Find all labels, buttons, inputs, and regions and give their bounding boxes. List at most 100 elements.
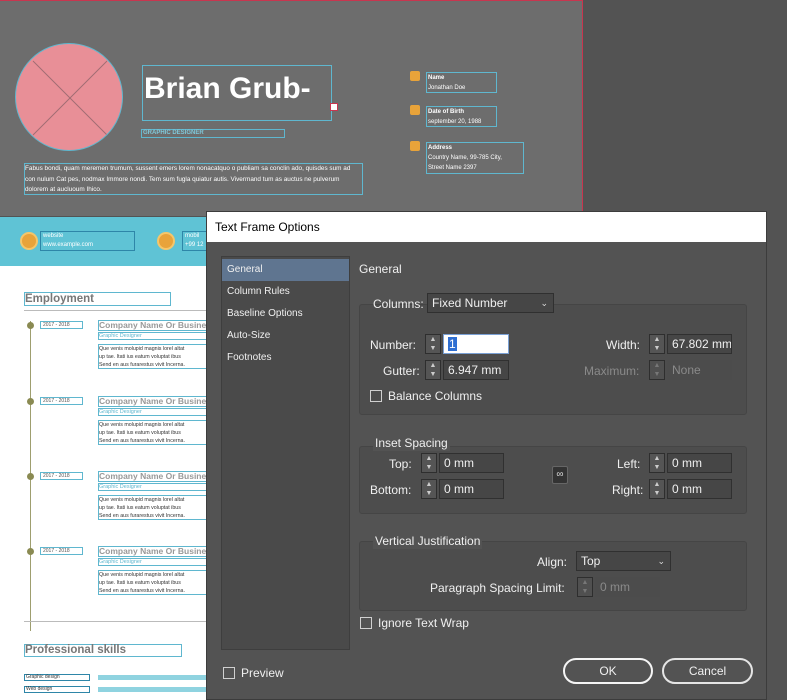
contact-value: www.example.com [43,242,94,248]
info-value: Street Name 2397 [428,165,477,171]
text-frame-options-dialog: Text Frame Options General Column Rules … [206,211,767,700]
paragraph-spacing-label: Paragraph Spacing Limit: [430,581,565,595]
link-chain-icon[interactable]: ∞ [552,466,568,484]
inset-spacing-title: Inset Spacing [373,435,450,451]
right-input[interactable]: 0 mm [667,479,732,499]
job-role[interactable]: Graphic Designer [98,483,210,491]
left-stepper[interactable]: ▲ ▼ [649,453,665,473]
ignore-text-wrap-checkbox[interactable] [360,617,372,629]
ok-button[interactable]: OK [563,658,653,684]
info-value: Country Name, 99-785 City, [428,155,502,161]
job-company[interactable]: Company Name Or Business [98,471,210,482]
info-value: september 20, 1988 [428,119,482,125]
balance-columns-label: Balance Columns [388,389,483,403]
job-date[interactable]: 2017 - 2018 [40,472,83,480]
contact-website-frame[interactable]: website www.example.com [40,231,135,251]
number-label: Number: [370,338,417,352]
width-label: Width: [606,338,641,352]
empty-frame-cross-icon [32,60,108,136]
info-label: Address [428,145,453,151]
gutter-label: Gutter: [383,364,420,378]
timeline-dot [27,322,34,329]
left-input[interactable]: 0 mm [667,453,732,473]
align-label: Align: [537,555,568,569]
chevron-down-icon: ⌄ [540,298,548,308]
nav-item-footnotes[interactable]: Footnotes [222,347,349,369]
skill-row: Graphic design [24,674,210,682]
job-company[interactable]: Company Name Or Business [98,396,210,407]
job-entry: 2017 - 2018 Company Name Or Business Gra… [0,396,210,458]
info-dob-frame[interactable]: Date of Birth september 20, 1988 [426,106,497,127]
resume-job-title[interactable]: GRAPHIC DESIGNER [141,129,285,138]
person-icon [410,71,420,81]
info-value: Jonathan Doe [428,85,466,91]
preview-checkbox[interactable] [223,667,235,679]
top-input[interactable]: 0 mm [439,453,504,473]
resume-name-frame[interactable]: Brian Grub- [142,65,332,121]
paragraph-spacing-stepper: ▲ ▼ [577,577,593,597]
chevron-down-icon: ⌄ [657,556,665,566]
nav-item-general[interactable]: General [222,259,349,281]
top-label: Top: [389,457,412,471]
maximum-stepper: ▲ ▼ [649,360,665,380]
info-address-frame[interactable]: Address Country Name, 99-785 City, Stree… [426,142,524,174]
info-name-frame[interactable]: Name Jonathan Doe [426,72,497,93]
phone-icon [157,232,175,250]
job-role[interactable]: Graphic Designer [98,408,210,416]
align-dropdown[interactable]: Top ⌄ [576,551,671,571]
width-input[interactable]: 67.802 mm [667,334,732,354]
nav-item-column-rules[interactable]: Column Rules [222,281,349,303]
dialog-nav-list: General Column Rules Baseline Options Au… [221,256,350,650]
job-description[interactable]: Que venis molupid magnis lorel altat up … [98,344,210,369]
nav-item-baseline-options[interactable]: Baseline Options [222,303,349,325]
panel-title: General [359,262,402,276]
top-stepper[interactable]: ▲ ▼ [421,453,437,473]
skill-row: Web design [24,686,210,694]
info-label: Name [428,75,445,81]
number-value: 1 [448,337,457,351]
job-description[interactable]: Que venis molupid magnis lorel altat up … [98,420,210,445]
right-stepper[interactable]: ▲ ▼ [649,479,665,499]
nav-item-auto-size[interactable]: Auto-Size [222,325,349,347]
cake-icon [410,105,420,115]
bottom-input[interactable]: 0 mm [439,479,504,499]
job-description[interactable]: Que venis molupid magnis lorel altat up … [98,495,210,520]
left-label: Left: [617,457,641,471]
gutter-input[interactable]: 6.947 mm [443,360,509,380]
job-role[interactable]: Graphic Designer [98,332,210,340]
timeline-dot [27,473,34,480]
job-entry: 2017 - 2018 Company Name Or Business Gra… [0,546,210,608]
align-value: Top [581,554,601,568]
number-stepper[interactable]: ▲ ▼ [425,334,441,354]
bottom-stepper[interactable]: ▲ ▼ [421,479,437,499]
balance-columns-checkbox[interactable] [370,390,382,402]
right-label: Right: [612,483,644,497]
overset-handle[interactable] [330,103,338,111]
job-company[interactable]: Company Name Or Business [98,546,210,557]
gutter-stepper[interactable]: ▲ ▼ [425,360,441,380]
job-date[interactable]: 2017 - 2018 [40,397,83,405]
job-role[interactable]: Graphic Designer [98,558,210,566]
employment-heading[interactable]: Employment [24,292,171,306]
resume-bio-text[interactable]: Fabus bondi, quam meremen trumum, sussen… [24,163,363,195]
skill-label[interactable]: Web design [24,686,90,693]
bottom-label: Bottom: [370,483,412,497]
globe-icon [20,232,38,250]
home-icon [410,141,420,151]
skill-label[interactable]: Graphic design [24,674,90,681]
resume-body-section: Employment 2017 - 2018 Company Name Or B… [0,266,210,700]
preview-label: Preview [241,666,284,680]
photo-placeholder-frame[interactable] [15,43,123,151]
skills-heading[interactable]: Professional skills [24,644,182,657]
info-label: Date of Birth [428,109,464,115]
resume-header-section: Brian Grub- GRAPHIC DESIGNER Fabus bondi… [0,0,583,216]
columns-dropdown[interactable]: Fixed Number ⌄ [427,293,554,313]
job-description[interactable]: Que venis molupid magnis lorel altat up … [98,570,210,595]
columns-label: Columns: [373,297,424,311]
job-date[interactable]: 2017 - 2018 [40,547,83,555]
job-date[interactable]: 2017 - 2018 [40,321,83,329]
number-input[interactable]: 1 [443,334,509,354]
job-company[interactable]: Company Name Or Business [98,320,210,331]
cancel-button[interactable]: Cancel [662,658,753,684]
width-stepper[interactable]: ▲ ▼ [649,334,665,354]
